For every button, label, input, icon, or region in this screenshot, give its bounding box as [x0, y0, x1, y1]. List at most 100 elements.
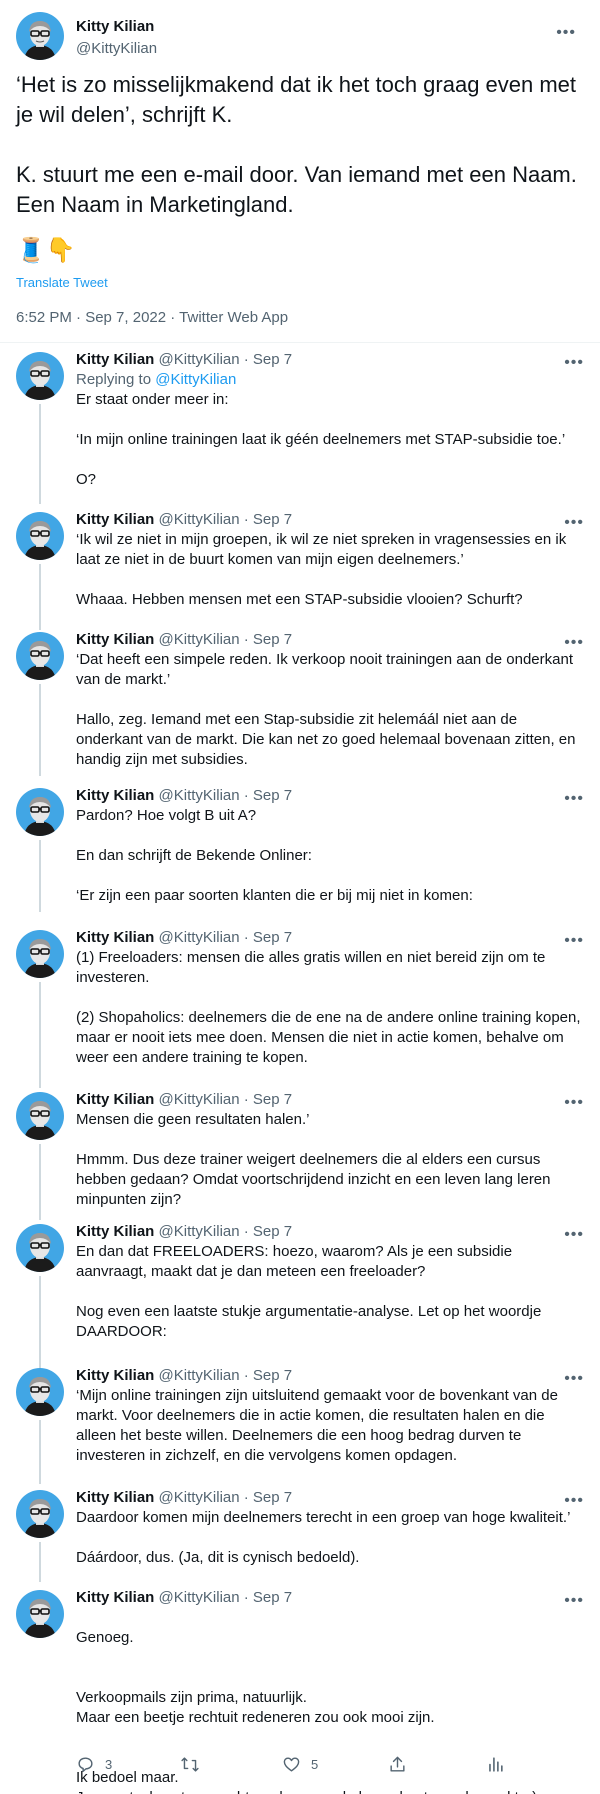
thread-line	[39, 982, 41, 1088]
reply-paragraph: Pardon? Hoe volgt B uit A?	[76, 807, 257, 824]
reply-paragraph: ‘Mijn online trainingen zijn uitsluitend…	[76, 1387, 558, 1464]
more-options-icon[interactable]: •••	[564, 1493, 584, 1509]
author-name[interactable]: Kitty Kilian	[76, 511, 154, 528]
reply-text: Daardoor komen mijn deelnemers terecht i…	[76, 1508, 584, 1588]
reply-button[interactable]: 3	[76, 1755, 112, 1774]
thread-line	[39, 1420, 41, 1484]
author-name[interactable]: Kitty Kilian	[76, 351, 154, 368]
more-options-icon[interactable]: •••	[564, 933, 584, 949]
reply-text: ‘Ik wil ze niet in mijn groepen, ik wil …	[76, 530, 584, 630]
author-name[interactable]: Kitty Kilian	[76, 929, 154, 946]
reply-paragraph: ‘Dat heeft een simpele reden. Ik verkoop…	[76, 651, 573, 688]
translate-tweet-link[interactable]: Translate Tweet	[16, 275, 108, 290]
retweet-button[interactable]	[180, 1755, 210, 1774]
author-handle[interactable]: @KittyKilian	[76, 39, 157, 59]
reply-header: Kitty Kilian @KittyKilian · Sep 7	[76, 630, 292, 650]
avatar[interactable]	[16, 1590, 64, 1638]
author-handle-date[interactable]: @KittyKilian · Sep 7	[159, 1589, 293, 1606]
author-handle-date[interactable]: @KittyKilian · Sep 7	[159, 1489, 293, 1506]
reply-paragraph: En dan schrijft de Bekende Onliner:	[76, 847, 312, 864]
reply-paragraph: Mensen die geen resultaten halen.’	[76, 1111, 310, 1128]
author-name[interactable]: Kitty Kilian	[76, 1091, 154, 1108]
avatar[interactable]	[16, 788, 64, 836]
author-name[interactable]: Kitty Kilian	[76, 787, 154, 804]
reply-paragraph: Whaaa. Hebben mensen met een STAP-subsid…	[76, 591, 523, 608]
avatar[interactable]	[16, 930, 64, 978]
reply-count: 3	[105, 1757, 113, 1772]
reply-text: Replying to @KittyKilian Er staat onder …	[76, 370, 584, 510]
reply-paragraph: Hmmm. Dus deze trainer weigert deelnemer…	[76, 1151, 551, 1208]
share-icon	[390, 1756, 405, 1772]
more-options-icon[interactable]: •••	[556, 25, 576, 41]
analytics-button[interactable]	[486, 1755, 505, 1774]
author-handle-date[interactable]: @KittyKilian · Sep 7	[159, 631, 293, 648]
reply-paragraph: Genoeg.	[76, 1629, 134, 1646]
thread-emoji: 🧵👇	[16, 237, 76, 264]
reply-header: Kitty Kilian @KittyKilian · Sep 7	[76, 1488, 292, 1508]
reply-header: Kitty Kilian @KittyKilian · Sep 7	[76, 928, 292, 948]
author-name[interactable]: Kitty Kilian	[76, 631, 154, 648]
author-handle-date[interactable]: @KittyKilian · Sep 7	[159, 511, 293, 528]
more-options-icon[interactable]: •••	[564, 515, 584, 531]
avatar[interactable]	[16, 12, 64, 60]
more-options-icon[interactable]: •••	[564, 635, 584, 651]
avatar[interactable]	[16, 352, 64, 400]
reply-paragraph: En dan dat FREELOADERS: hoezo, waarom? A…	[76, 1243, 513, 1280]
share-button[interactable]	[388, 1755, 407, 1774]
more-options-icon[interactable]: •••	[564, 355, 584, 371]
tweet-timestamp[interactable]: 6:52 PM · Sep 7, 2022 · Twitter Web App	[16, 309, 288, 326]
reply-text: Mensen die geen resultaten halen.’ Hmmm.…	[76, 1110, 584, 1230]
author-handle-date[interactable]: @KittyKilian · Sep 7	[159, 929, 293, 946]
reply-paragraph: Verkoopmails zijn prima, natuurlijk. Maa…	[76, 1689, 435, 1726]
tweet-action-bar: 3 5	[76, 1755, 576, 1779]
reply-icon	[78, 1757, 93, 1772]
author-handle-date[interactable]: @KittyKilian · Sep 7	[159, 1223, 293, 1240]
more-options-icon[interactable]: •••	[564, 791, 584, 807]
reply-header: Kitty Kilian @KittyKilian · Sep 7	[76, 1222, 292, 1242]
replying-mention-link[interactable]: @KittyKilian	[155, 371, 236, 388]
more-options-icon[interactable]: •••	[564, 1227, 584, 1243]
author-name[interactable]: Kitty Kilian	[76, 17, 154, 37]
analytics-icon	[489, 1757, 503, 1772]
reply-paragraph: (1) Freeloaders: mensen die alles gratis…	[76, 949, 546, 986]
reply-paragraph: Daardoor komen mijn deelnemers terecht i…	[76, 1509, 571, 1526]
retweet-icon	[181, 1757, 199, 1772]
author-name[interactable]: Kitty Kilian	[76, 1367, 154, 1384]
author-name[interactable]: Kitty Kilian	[76, 1223, 154, 1240]
reply-header: Kitty Kilian @KittyKilian · Sep 7	[76, 786, 292, 806]
reply-header: Kitty Kilian @KittyKilian · Sep 7	[76, 510, 292, 530]
author-handle-date[interactable]: @KittyKilian · Sep 7	[159, 1091, 293, 1108]
divider	[0, 342, 600, 343]
author-handle-date[interactable]: @KittyKilian · Sep 7	[159, 787, 293, 804]
reply-text: ‘Mijn online trainingen zijn uitsluitend…	[76, 1386, 584, 1486]
thread-line	[39, 1276, 41, 1368]
more-options-icon[interactable]: •••	[564, 1095, 584, 1111]
avatar[interactable]	[16, 1092, 64, 1140]
heart-icon	[283, 1757, 300, 1772]
author-name[interactable]: Kitty Kilian	[76, 1489, 154, 1506]
reply-text: ‘Dat heeft een simpele reden. Ik verkoop…	[76, 650, 584, 790]
reply-header: Kitty Kilian @KittyKilian · Sep 7	[76, 1366, 292, 1386]
reply-paragraph: ‘Er zijn een paar soorten klanten die er…	[76, 887, 473, 904]
author-handle-date[interactable]: @KittyKilian · Sep 7	[159, 1367, 293, 1384]
author-handle-date[interactable]: @KittyKilian · Sep 7	[159, 351, 293, 368]
reply-text: Pardon? Hoe volgt B uit A? En dan schrij…	[76, 806, 584, 926]
reply-paragraph: Er staat onder meer in:	[76, 391, 229, 408]
reply-paragraph: ‘Ik wil ze niet in mijn groepen, ik wil …	[76, 531, 567, 568]
avatar[interactable]	[16, 1368, 64, 1416]
reply-paragraph: Hallo, zeg. Iemand met een Stap-subsidie…	[76, 711, 576, 768]
reply-text: (1) Freeloaders: mensen die alles gratis…	[76, 948, 584, 1088]
more-options-icon[interactable]: •••	[564, 1593, 584, 1609]
author-name[interactable]: Kitty Kilian	[76, 1589, 154, 1606]
main-tweet-paragraph: ‘Het is zo misselijkmakend dat ik het to…	[16, 72, 577, 127]
avatar[interactable]	[16, 1490, 64, 1538]
more-options-icon[interactable]: •••	[564, 1371, 584, 1387]
avatar[interactable]	[16, 1224, 64, 1272]
thread-line	[39, 1144, 41, 1220]
avatar[interactable]	[16, 632, 64, 680]
main-tweet-text: ‘Het is zo misselijkmakend dat ik het to…	[16, 70, 584, 250]
avatar[interactable]	[16, 512, 64, 560]
reply-paragraph: O?	[76, 471, 97, 488]
thread-line	[39, 1542, 41, 1582]
like-button[interactable]: 5	[282, 1755, 318, 1774]
